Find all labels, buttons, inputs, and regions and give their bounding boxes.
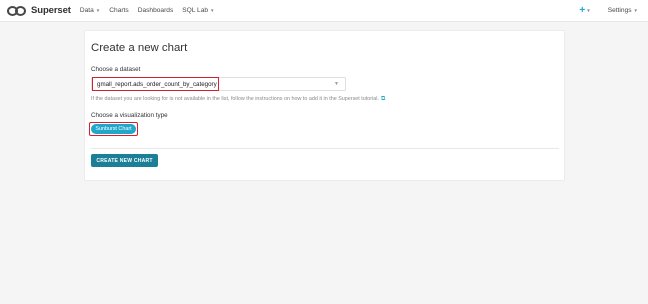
dataset-label: Choose a dataset [91,66,141,73]
brand[interactable]: Superset [7,5,71,16]
nav-item-charts[interactable]: Charts [109,7,128,14]
nav-item-label: Dashboards [137,7,174,14]
dataset-help-text: If the dataset you are looking for is no… [91,96,385,103]
chevron-down-icon[interactable]: ▼ [334,81,339,87]
chevron-down-icon: ▼ [633,8,638,13]
nav-item-dashboards[interactable]: Dashboards [138,7,174,14]
nav-item-label: Charts [109,7,129,14]
superset-logo-icon [7,5,27,16]
chevron-down-icon: ▼ [95,8,101,13]
viz-type-selection[interactable]: Sunburst Chart [89,122,138,136]
external-link-icon[interactable]: ⧉ [381,96,385,102]
top-navbar: Superset Data ▼ Charts Dashboards SQL La… [0,0,648,22]
settings-label: Settings [607,7,632,14]
page-title: Create a new chart [91,42,188,54]
create-new-chart-button[interactable]: CREATE NEW CHART [91,154,158,167]
dataset-select[interactable]: gmall_report.ads_order_count_by_category… [91,77,346,91]
viz-type-chip[interactable]: Sunburst Chart [91,124,136,134]
plus-icon[interactable]: + [579,5,585,16]
dataset-select-value[interactable]: gmall_report.ads_order_count_by_category [92,77,219,91]
create-chart-card: Create a new chart Choose a dataset gmal… [84,30,565,181]
divider [91,148,559,149]
nav-item-sql-lab[interactable]: SQL Lab ▼ [182,7,214,14]
help-text: If the dataset you are looking for is no… [91,96,379,102]
chevron-down-icon[interactable]: ▼ [586,8,590,13]
viz-type-label: Choose a visualization type [91,112,168,119]
settings-menu[interactable]: Settings ▼ [608,7,638,14]
nav-item-label: Data [79,7,94,14]
chevron-down-icon: ▼ [210,8,215,13]
brand-name: Superset [31,5,71,16]
nav-item-label: SQL Lab [182,7,209,14]
nav-item-data[interactable]: Data ▼ [80,7,100,14]
